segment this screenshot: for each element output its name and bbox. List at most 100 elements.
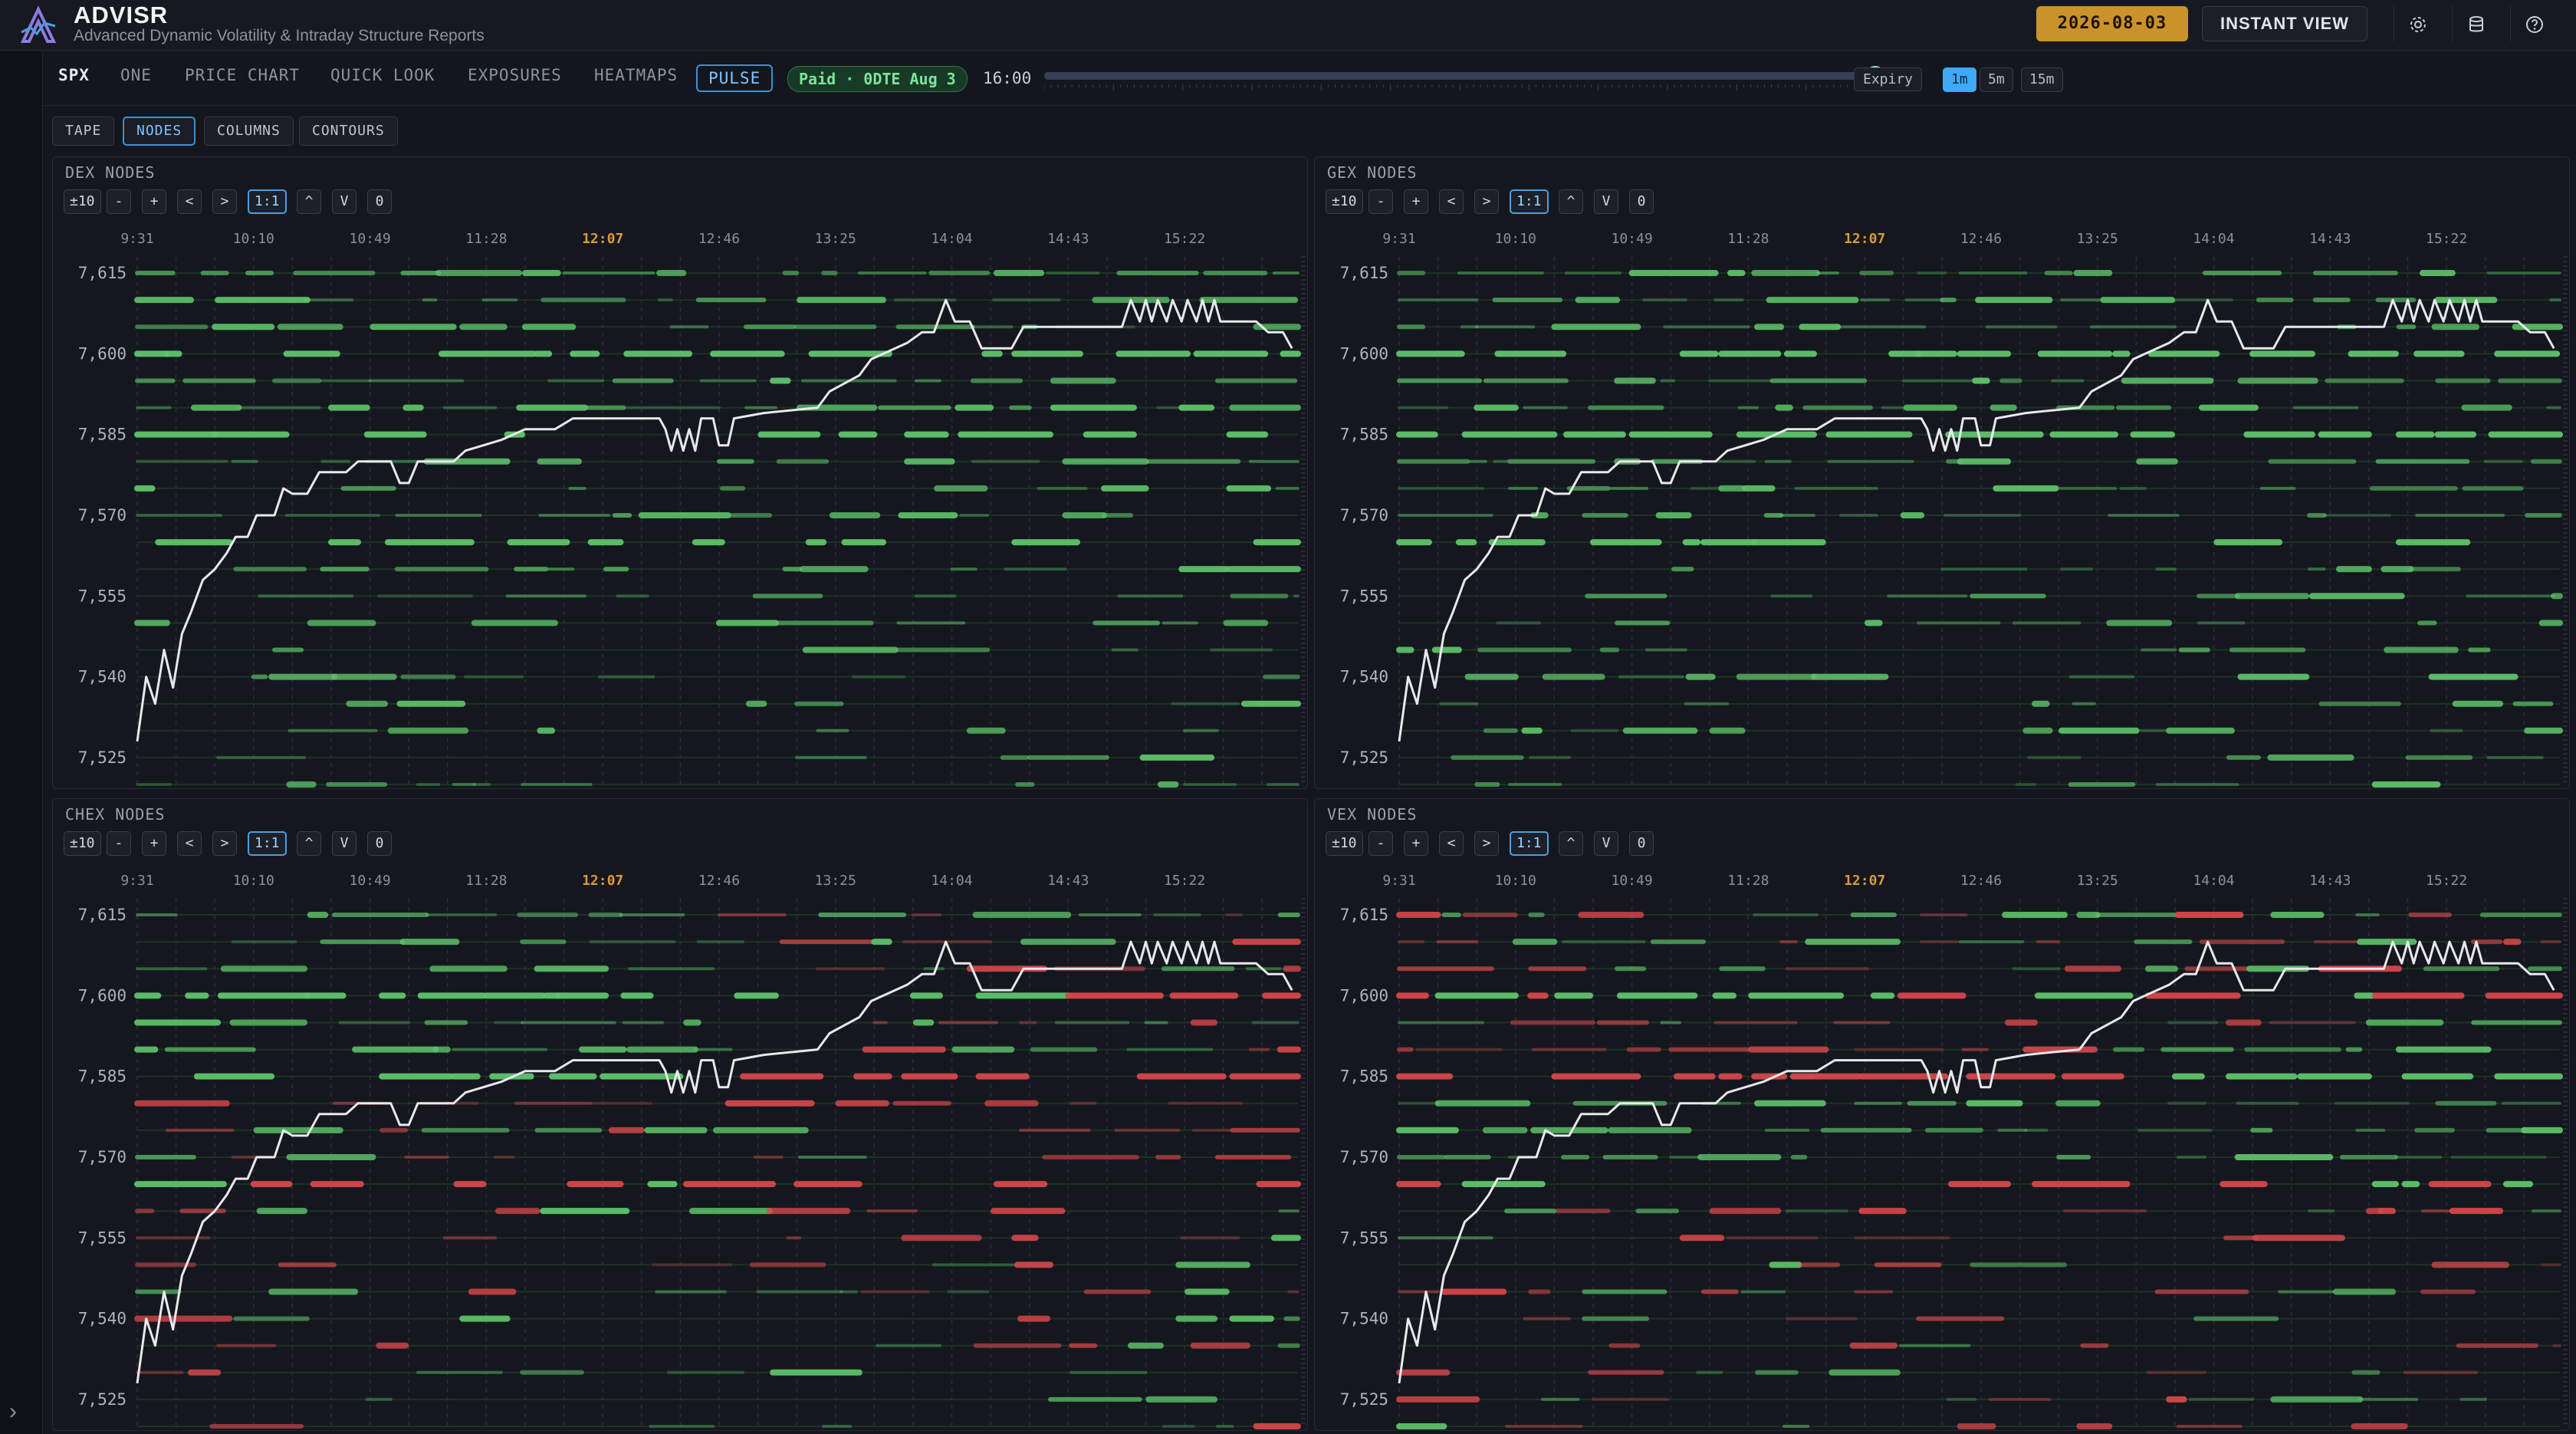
- x-tick-label: 11:28: [465, 231, 507, 247]
- date-button[interactable]: 2026-08-03: [2036, 6, 2188, 41]
- x-tick-label: 12:07: [1844, 231, 1885, 247]
- help-icon: [2526, 16, 2543, 33]
- vex-nodes-panel: VEX NODES ±10- + < >1:1 ^ V 0 7,615 7,600 7,585 7,5…: [1314, 798, 2570, 1431]
- x-tick-label: 10:49: [1611, 873, 1652, 889]
- y-tick-label: 7,585: [1340, 426, 1388, 444]
- x-tick-label: 15:22: [1164, 231, 1205, 247]
- dex-nodes-panel: DEX NODES ±10- + < >1:1 ^ V 0 7,615 7,600 7,585 7,5…: [52, 156, 1308, 789]
- advisr-logo: [20, 5, 57, 43]
- y-tick-label: 7,525: [1340, 1390, 1388, 1409]
- x-tick-label: 10:49: [349, 873, 390, 889]
- x-tick-label: 9:31: [120, 231, 153, 247]
- y-tick-label: 7,570: [78, 506, 127, 525]
- x-tick-label: 12:07: [582, 873, 623, 889]
- sub-tab-bar: TAPE NODES COLUMNS CONTOURS: [43, 106, 2576, 155]
- time-slider-ticks: [1044, 84, 1875, 90]
- x-tick-label: 14:04: [931, 231, 972, 247]
- y-tick-label: 7,615: [1340, 906, 1388, 924]
- y-tick-label: 7,570: [1340, 506, 1388, 525]
- x-tick-label: 15:22: [1164, 873, 1205, 889]
- database-button[interactable]: [2452, 6, 2498, 41]
- y-tick-label: 7,540: [1340, 668, 1388, 686]
- nav-bar: SPX ONE PRICE CHART QUICK LOOK EXPOSURES…: [43, 51, 2576, 106]
- y-tick-label: 7,525: [78, 748, 127, 767]
- tab-pulse[interactable]: PULSE: [696, 64, 774, 92]
- y-tick-label: 7,615: [78, 906, 127, 924]
- y-tick-label: 7,585: [78, 426, 127, 444]
- y-tick-label: 7,555: [78, 1228, 127, 1247]
- y-tick-label: 7,525: [78, 1390, 127, 1409]
- x-tick-label: 12:46: [698, 231, 740, 247]
- x-tick-label: 9:31: [1382, 873, 1415, 889]
- x-tick-label: 9:31: [1382, 231, 1415, 247]
- symbol-label[interactable]: SPX: [58, 66, 90, 84]
- x-tick-label: 12:46: [698, 873, 740, 889]
- x-tick-label: 13:25: [2077, 873, 2118, 889]
- y-tick-label: 7,615: [78, 264, 127, 282]
- y-tick-label: 7,525: [1340, 748, 1388, 767]
- gear-icon: [2410, 17, 2426, 32]
- timeframe-1m[interactable]: 1m: [1943, 67, 1976, 92]
- x-tick-label: 14:04: [2193, 231, 2234, 247]
- nodes-chart: 7,615 7,600 7,585 7,570 7,555 7,540 7,525 9:31 1…: [1340, 873, 2568, 1429]
- x-tick-label: 13:25: [815, 873, 856, 889]
- x-tick-label: 12:46: [1960, 873, 2002, 889]
- x-tick-label: 12:46: [1960, 231, 2002, 247]
- y-tick-label: 7,570: [78, 1148, 127, 1166]
- x-tick-label: 11:28: [1727, 873, 1769, 889]
- nodes-chart: 7,615 7,600 7,585 7,570 7,555 7,540 7,525 9:31 1…: [1340, 231, 2568, 788]
- gex-nodes-panel: GEX NODES ±10- + < >1:1 ^ V 0 7,615 7,600 7,585 7,5…: [1314, 156, 2570, 789]
- subtab-nodes[interactable]: NODES: [123, 117, 196, 146]
- database-icon: [2469, 16, 2483, 32]
- x-tick-label: 14:04: [2193, 873, 2234, 889]
- chex-nodes-panel: CHEX NODES ±10- + < >1:1 ^ V 0 7,615 7,600 7,585 7,…: [52, 798, 1308, 1431]
- timeframe-15m[interactable]: 15m: [2021, 67, 2063, 92]
- tab-one[interactable]: ONE: [120, 66, 152, 84]
- x-tick-label: 11:28: [465, 873, 507, 889]
- y-tick-label: 7,555: [78, 587, 127, 605]
- time-slider-fill: [1044, 72, 1875, 80]
- settings-button[interactable]: [2394, 6, 2440, 41]
- chart-body: [1396, 256, 2568, 788]
- chart-body: [134, 898, 1306, 1429]
- time-slider[interactable]: [1044, 66, 1885, 86]
- paid-badge: Paid · 0DTE Aug 3: [787, 66, 968, 92]
- x-tick-label: 12:07: [1844, 873, 1885, 889]
- sidebar: ›: [0, 0, 43, 1434]
- subtab-tape[interactable]: TAPE: [52, 117, 115, 146]
- expiry-button[interactable]: Expiry: [1854, 67, 1923, 91]
- y-tick-label: 7,615: [1340, 264, 1388, 282]
- y-tick-label: 7,540: [78, 1310, 127, 1328]
- subtab-contours[interactable]: CONTOURS: [299, 117, 398, 146]
- y-tick-label: 7,585: [78, 1067, 127, 1086]
- app-root: › ADVISR Advanced Dynamic Volatility & I…: [0, 0, 2576, 1434]
- y-tick-label: 7,600: [1340, 344, 1388, 363]
- sidebar-expand-icon[interactable]: ›: [9, 1399, 17, 1425]
- x-tick-label: 10:10: [1495, 231, 1536, 247]
- y-tick-label: 7,600: [1340, 986, 1388, 1005]
- x-tick-label: 10:10: [233, 873, 274, 889]
- y-tick-label: 7,600: [78, 344, 127, 363]
- tab-exposures[interactable]: EXPOSURES: [468, 66, 562, 84]
- tab-price-chart[interactable]: PRICE CHART: [185, 66, 300, 84]
- price-line: [136, 940, 1293, 1384]
- tab-quick-look[interactable]: QUICK LOOK: [330, 66, 435, 84]
- chart-body: [134, 256, 1306, 788]
- x-tick-label: 11:28: [1727, 231, 1769, 247]
- x-tick-label: 14:43: [1047, 873, 1089, 889]
- app-subtitle: Advanced Dynamic Volatility & Intraday S…: [74, 27, 485, 44]
- subtab-columns[interactable]: COLUMNS: [204, 117, 294, 146]
- y-tick-label: 7,540: [1340, 1310, 1388, 1328]
- chart-body: [1396, 898, 2568, 1429]
- help-button[interactable]: [2510, 6, 2556, 41]
- tab-heatmaps[interactable]: HEATMAPS: [594, 66, 678, 84]
- top-header: ADVISR Advanced Dynamic Volatility & Int…: [0, 0, 2576, 51]
- x-tick-label: 14:43: [2309, 873, 2351, 889]
- instant-view-button[interactable]: INSTANT VIEW: [2202, 6, 2367, 41]
- x-tick-label: 15:22: [2426, 873, 2467, 889]
- y-tick-label: 7,555: [1340, 1228, 1388, 1247]
- nodes-chart: 7,615 7,600 7,585 7,570 7,555 7,540 7,525 9:31 1…: [78, 231, 1306, 788]
- timeframe-5m[interactable]: 5m: [1980, 67, 2013, 92]
- x-tick-label: 13:25: [2077, 231, 2118, 247]
- y-tick-label: 7,540: [78, 668, 127, 686]
